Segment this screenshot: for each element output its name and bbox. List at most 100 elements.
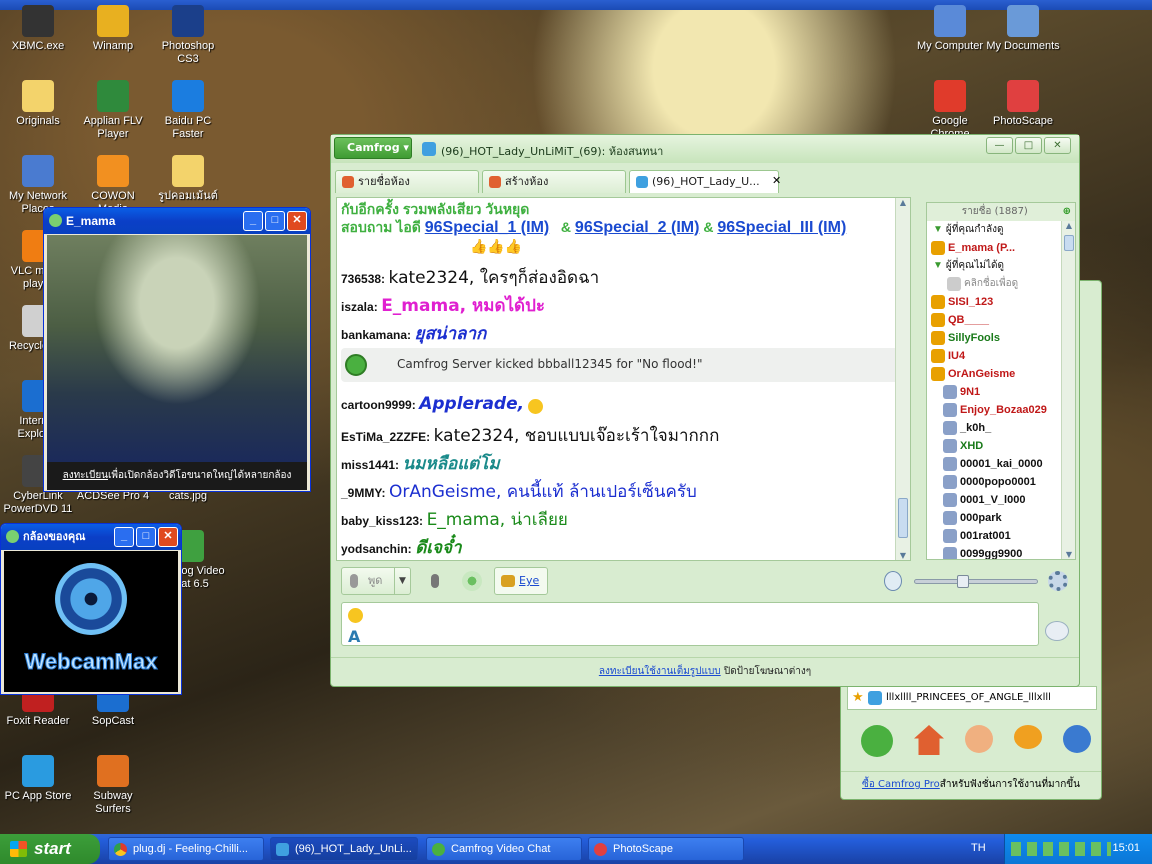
contacts-icon[interactable] [965, 725, 993, 753]
user-row[interactable]: OrAnGeisme [927, 365, 1075, 383]
add-icon[interactable]: ⊕ [1063, 203, 1071, 221]
desktop-icon[interactable]: My Computer [912, 5, 988, 53]
desktop-icon[interactable]: Applian FLV Player [75, 80, 151, 141]
camfrog-notify-icon[interactable] [861, 725, 893, 757]
topic-link-1[interactable]: 96Special_1 (IM) [425, 219, 550, 236]
chat-room-window[interactable]: Camfrog ▾ (96)_HOT_Lady_UnLiMiT_(69): ห้… [330, 134, 1080, 687]
emoticon-icon[interactable] [348, 608, 363, 623]
desktop-icon[interactable]: PhotoScape [985, 80, 1061, 128]
message-nick[interactable]: bankamana: [341, 328, 411, 342]
maximize-button[interactable]: □ [265, 211, 285, 231]
close-button[interactable]: ✕ [1044, 137, 1071, 154]
video-window-title[interactable]: E_mama _ □ ✕ [44, 208, 310, 234]
video-window[interactable]: E_mama _ □ ✕ ลงทะเบียนเพื่อเปิดกล้องวิดี… [43, 207, 311, 492]
topic-link-3[interactable]: 96Special_III (IM) [717, 219, 846, 236]
microphone-icon[interactable] [431, 574, 439, 588]
task-plugdj[interactable]: plug.dj - Feeling-Chilli... [108, 837, 264, 861]
user-row[interactable]: Enjoy_Bozaa029 [927, 401, 1075, 419]
chat-area[interactable]: กับอีกครั้ง รวมพลังเสียว วันหยุด สอบถาม … [336, 197, 911, 561]
minimize-button[interactable]: _ [243, 211, 263, 231]
user-row[interactable]: QB____ [927, 311, 1075, 329]
user-row[interactable]: 9N1 [927, 383, 1075, 401]
gear-icon[interactable] [1048, 571, 1068, 591]
task-photoscape[interactable]: PhotoScape [588, 837, 744, 861]
chat-bubble-icon[interactable] [1045, 621, 1069, 641]
desktop-icon[interactable]: PC App Store [0, 755, 76, 803]
speaker-icon[interactable] [462, 571, 482, 591]
user-list[interactable]: รายชื่อ (1887) ⊕ ▼ ผู้ที่คุณกำลังดู E_ma… [926, 202, 1076, 560]
user-row[interactable]: XHD [927, 437, 1075, 455]
volume-icon[interactable] [884, 571, 902, 591]
chat-scrollbar[interactable]: ▲ ▼ [895, 198, 910, 560]
close-tab-icon[interactable]: ✕ [772, 170, 781, 194]
eye-button[interactable]: Eye [494, 567, 548, 595]
maximize-button[interactable]: □ [1015, 137, 1042, 154]
message-nick[interactable]: miss1441: [341, 458, 399, 472]
start-button[interactable]: start [0, 834, 100, 864]
talk-button[interactable]: พูด ▼ [341, 567, 411, 595]
user-row[interactable]: 0000popo0001 [927, 473, 1075, 491]
chat-bubble-icon[interactable] [1014, 725, 1042, 749]
desktop-icon[interactable]: รูปคอมเม้นต์ [150, 155, 226, 203]
scroll-down-icon[interactable]: ▼ [896, 551, 910, 560]
language-indicator[interactable]: TH [971, 842, 986, 854]
user-list-scrollbar[interactable]: ▲ ▼ [1061, 221, 1075, 559]
group-not-watching[interactable]: ▼ ผู้ที่คุณไม่ได้ดู [927, 257, 1075, 275]
user-row[interactable]: SillyFools [927, 329, 1075, 347]
user-row[interactable]: 0099gg9900 [927, 545, 1075, 559]
desktop-icon[interactable]: Google Chrome [912, 80, 988, 141]
home-icon[interactable] [914, 725, 944, 755]
scroll-up-icon[interactable]: ▲ [896, 198, 910, 212]
desktop-icon[interactable]: Subway Surfers [75, 755, 151, 816]
user-row[interactable]: _k0h_ [927, 419, 1075, 437]
close-button[interactable]: ✕ [287, 211, 307, 231]
camfrog-menu-button[interactable]: Camfrog ▾ [334, 137, 412, 159]
room-row[interactable]: ★ lllxllll_PRINCEES_OF_ANGLE_lllxlll [847, 686, 1097, 710]
user-row[interactable]: 001rat001 [927, 527, 1075, 545]
volume-slider[interactable] [914, 575, 1038, 588]
desktop-icon[interactable]: Originals [0, 80, 76, 128]
message-nick[interactable]: baby_kiss123: [341, 514, 423, 528]
message-nick[interactable]: EsTiMa_2ZZFE: [341, 430, 430, 444]
minimize-button[interactable]: _ [114, 527, 134, 547]
minimize-button[interactable]: — [986, 137, 1013, 154]
message-input[interactable]: A [341, 602, 1039, 646]
scroll-up-icon[interactable]: ▲ [1062, 221, 1075, 235]
desktop-icon[interactable]: XBMC.exe [0, 5, 76, 53]
desktop-icon[interactable]: My Documents [985, 5, 1061, 53]
desktop-icon[interactable]: Photoshop CS3 [150, 5, 226, 66]
message-nick[interactable]: 736538: [341, 272, 385, 286]
buy-pro-link[interactable]: ซื้อ Camfrog Pro [862, 779, 940, 790]
scroll-down-icon[interactable]: ▼ [1062, 550, 1075, 559]
scroll-thumb[interactable] [1064, 235, 1074, 251]
user-row[interactable]: IU4 [927, 347, 1075, 365]
tab-current-room[interactable]: (96)_HOT_Lady_U... [629, 170, 779, 193]
message-nick[interactable]: _9MMY: [341, 486, 385, 500]
chat-room-titlebar[interactable]: Camfrog ▾ (96)_HOT_Lady_UnLiMiT_(69): ห้… [331, 135, 1079, 163]
user-row[interactable]: 0001_V_l000 [927, 491, 1075, 509]
dropdown-arrow-icon[interactable]: ▼ [394, 568, 410, 594]
group-watching[interactable]: ▼ ผู้ที่คุณกำลังดู [927, 221, 1075, 239]
scroll-thumb[interactable] [898, 498, 908, 538]
tab-create-room[interactable]: สร้างห้อง [482, 170, 626, 193]
message-nick[interactable]: iszala: [341, 300, 378, 314]
message-nick[interactable]: yodsanchin: [341, 542, 412, 556]
task-chat-room[interactable]: (96)_HOT_Lady_UnLi... [270, 837, 418, 861]
my-cam-window[interactable]: กล้องของคุณ _ □ ✕ WebcamMax [0, 523, 182, 695]
tab-room-list[interactable]: รายชื่อห้อง [335, 170, 479, 193]
tray-icons[interactable] [1011, 842, 1111, 856]
my-cam-title[interactable]: กล้องของคุณ _ □ ✕ [1, 524, 181, 550]
user-row[interactable]: SISI_123 [927, 293, 1075, 311]
message-nick[interactable]: cartoon9999: [341, 398, 416, 412]
add-user-icon[interactable] [1063, 725, 1091, 753]
clock[interactable]: 15:01 [1112, 842, 1140, 854]
topic-link-2[interactable]: 96Special_2 (IM) [575, 219, 700, 236]
maximize-button[interactable]: □ [136, 527, 156, 547]
user-row[interactable]: E_mama (P... [927, 239, 1075, 257]
volume-slider-thumb[interactable] [957, 575, 969, 588]
font-icon[interactable]: A [348, 627, 360, 646]
register-link[interactable]: ลงทะเบียน [63, 470, 108, 481]
user-row[interactable]: 00001_kai_0000 [927, 455, 1075, 473]
close-button[interactable]: ✕ [158, 527, 178, 547]
task-camfrog[interactable]: Camfrog Video Chat [426, 837, 582, 861]
